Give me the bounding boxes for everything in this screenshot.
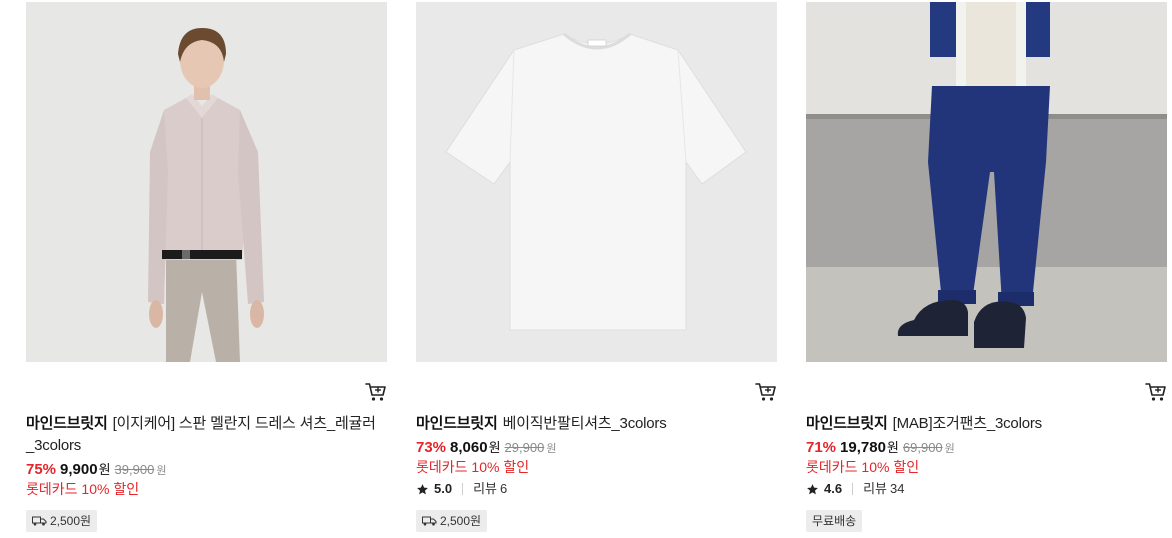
product-image-jogger-pants[interactable] [806, 2, 1167, 362]
rating-score: 4.6 [824, 481, 843, 496]
product-name: 베이직반팔티셔츠_3colors [502, 415, 667, 432]
card-discount-text: 롯데카드 10% 할인 [416, 459, 530, 475]
sale-price: 19,780 [840, 439, 886, 456]
discount-rate: 73% [416, 439, 447, 456]
brand-name: 마인드브릿지 [416, 415, 498, 432]
review-count: 34 [890, 481, 905, 496]
divider [852, 483, 854, 495]
jogger-pants-model-photo [806, 2, 1167, 362]
brand-name: 마인드브릿지 [26, 415, 108, 432]
star-icon [807, 483, 818, 494]
cart-icon [755, 383, 776, 401]
add-to-cart-button[interactable] [1145, 382, 1167, 402]
product-image-dress-shirt[interactable] [26, 2, 387, 362]
shipping-fee-badge: 2,500원 [26, 510, 98, 532]
sale-price: 8,060 [450, 439, 488, 456]
shipping-fee-text: 2,500원 [440, 514, 482, 528]
original-price-unit: 원 [944, 443, 955, 455]
price-row: 73% 8,060원 29,900 원 [416, 438, 556, 459]
product-image-basic-tshirt[interactable] [416, 2, 777, 362]
truck-icon [32, 516, 47, 526]
card-discount-text: 롯데카드 10% 할인 [26, 481, 140, 497]
review-label: 리뷰 [473, 481, 497, 496]
price-row: 75% 9,900원 39,900 원 [26, 460, 166, 481]
sale-price: 9,900 [60, 461, 98, 478]
shipping-fee-text: 무료배송 [812, 514, 857, 528]
product-card[interactable]: 마인드브릿지 [MAB]조거팬츠_3colors 71% 19,780원 69,900… [806, 0, 1168, 538]
review-summary[interactable]: 5.0 리뷰 6 [416, 480, 507, 498]
original-price: 39,900 [114, 462, 155, 477]
card-discount-text: 롯데카드 10% 할인 [806, 459, 920, 475]
add-to-cart-button[interactable] [755, 382, 777, 402]
original-price-unit: 원 [156, 465, 167, 477]
product-card[interactable]: 마인드브릿지 베이직반팔티셔츠_3colors 73% 8,060원 29,900 원 … [416, 0, 778, 538]
discount-rate: 75% [26, 461, 57, 478]
review-count: 6 [500, 481, 508, 496]
truck-icon [422, 516, 437, 526]
product-name: [MAB]조거팬츠_3colors [892, 415, 1043, 432]
product-title[interactable]: 마인드브릿지 베이직반팔티셔츠_3colors [416, 413, 776, 435]
free-shipping-badge: 무료배송 [806, 510, 863, 532]
discount-rate: 71% [806, 439, 837, 456]
rating-score: 5.0 [434, 481, 453, 496]
sale-price-unit: 원 [98, 462, 111, 477]
original-price: 29,900 [504, 440, 545, 455]
original-price-unit: 원 [546, 443, 557, 455]
sale-price-unit: 원 [886, 440, 899, 455]
shipping-fee-text: 2,500원 [50, 514, 92, 528]
divider [462, 483, 464, 495]
white-tshirt-photo [416, 2, 777, 362]
cart-icon [365, 383, 386, 401]
price-row: 71% 19,780원 69,900 원 [806, 438, 955, 459]
sale-price-unit: 원 [488, 440, 501, 455]
product-title[interactable]: 마인드브릿지 [이지케어] 스판 멜란지 드레스 셔츠_레귤러_3colors [26, 413, 386, 457]
shipping-fee-badge: 2,500원 [416, 510, 488, 532]
dress-shirt-model-photo [26, 2, 387, 362]
cart-icon [1145, 383, 1166, 401]
product-title[interactable]: 마인드브릿지 [MAB]조거팬츠_3colors [806, 413, 1166, 435]
review-label: 리뷰 [863, 481, 887, 496]
original-price: 69,900 [902, 440, 943, 455]
star-icon [417, 483, 428, 494]
add-to-cart-button[interactable] [365, 382, 387, 402]
brand-name: 마인드브릿지 [806, 415, 888, 432]
product-card[interactable]: 마인드브릿지 [이지케어] 스판 멜란지 드레스 셔츠_레귤러_3colors 7… [26, 0, 388, 538]
review-summary[interactable]: 4.6 리뷰 34 [806, 480, 904, 498]
